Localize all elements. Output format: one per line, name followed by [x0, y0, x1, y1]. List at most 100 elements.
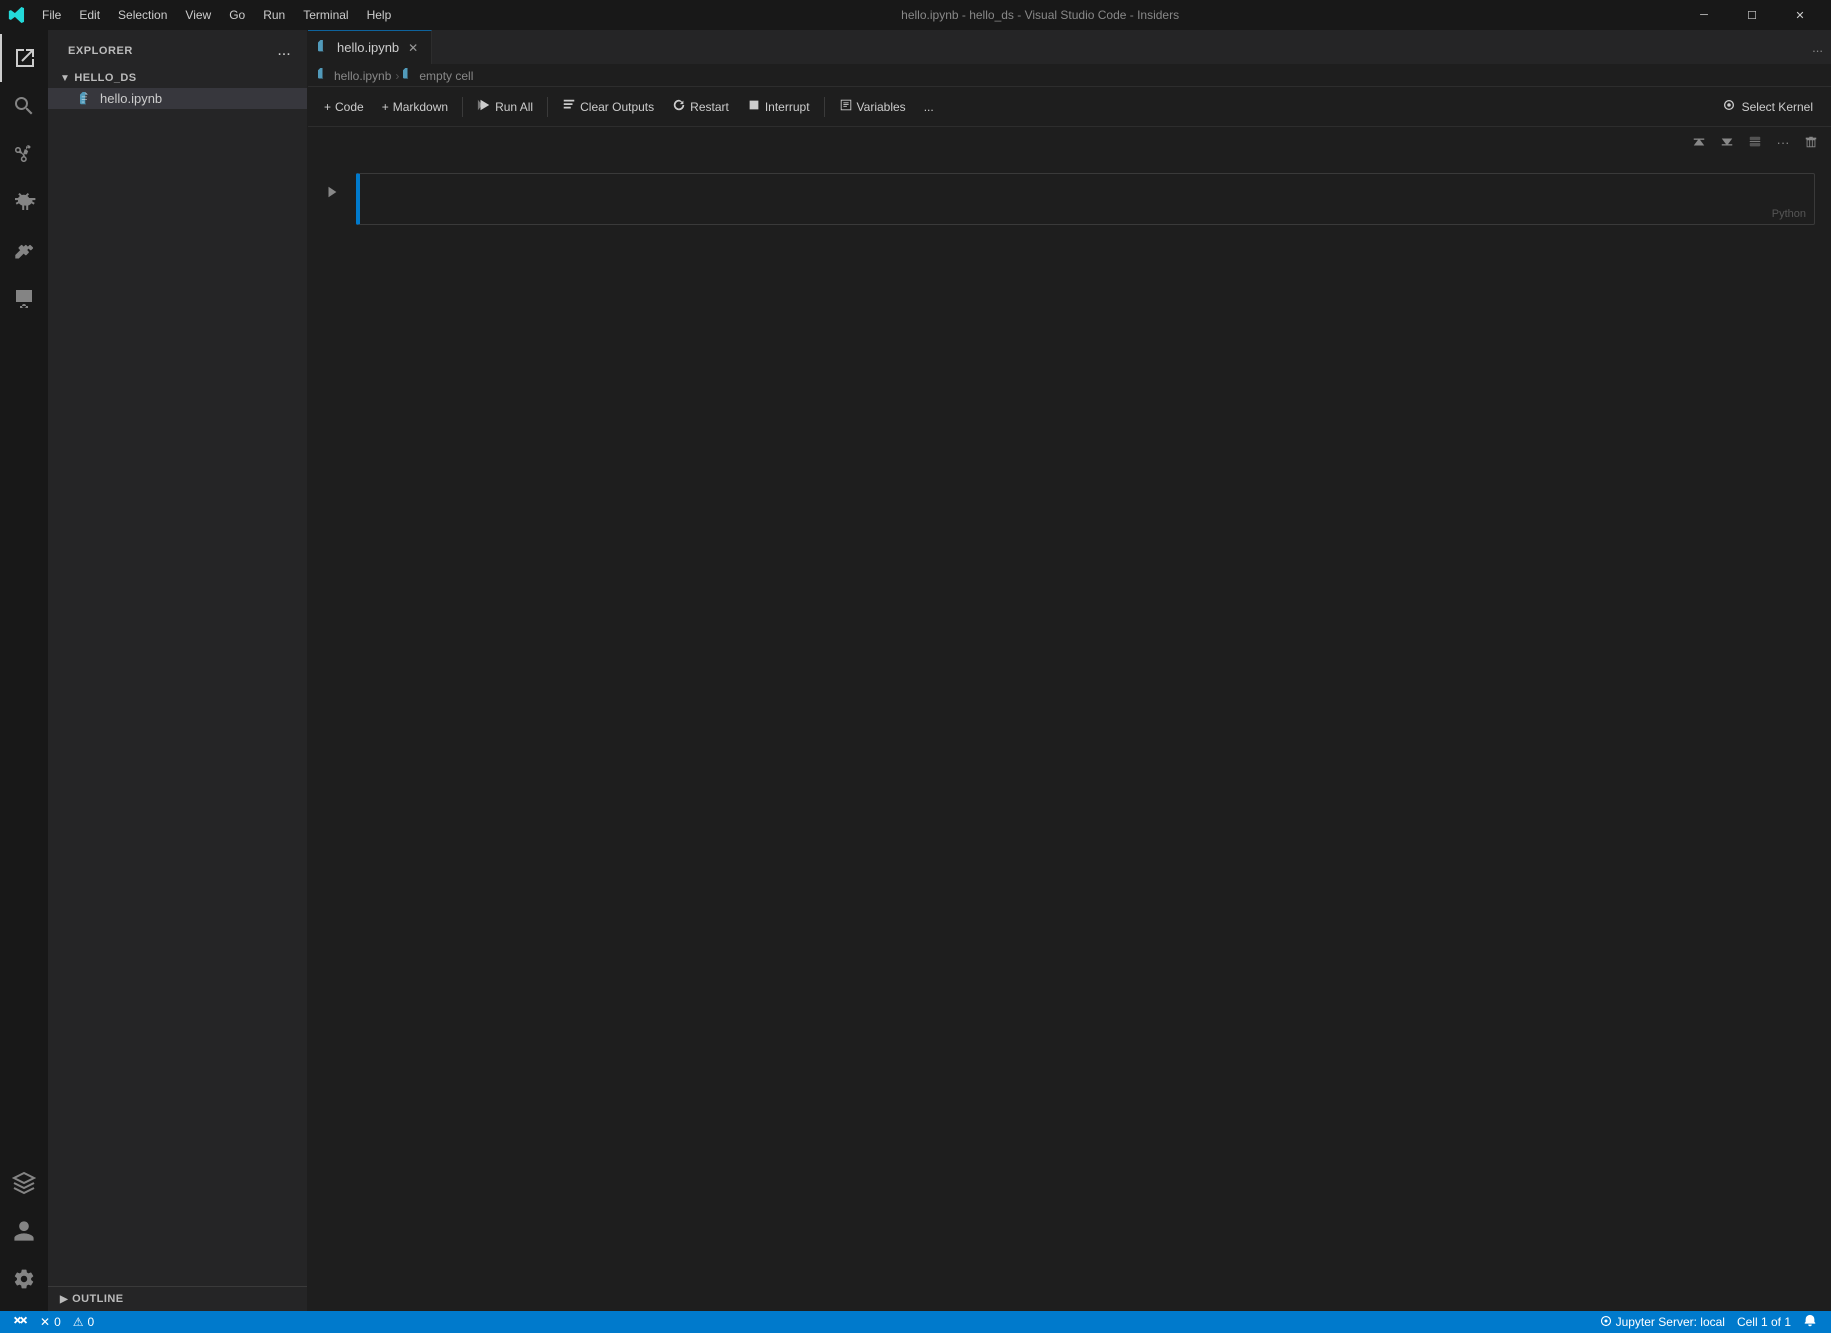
- plus-icon: +: [324, 100, 331, 114]
- sidebar-more-button[interactable]: ...: [273, 40, 295, 62]
- notebook-content: Python: [308, 157, 1831, 1311]
- outline-title: OUTLINE: [72, 1293, 123, 1305]
- select-kernel-label: Select Kernel: [1742, 100, 1813, 114]
- tab-bar: hello.ipynb ✕ ...: [308, 30, 1831, 65]
- minimize-button[interactable]: ─: [1681, 0, 1727, 30]
- cell-more-button[interactable]: ···: [1771, 130, 1795, 154]
- menu-help[interactable]: Help: [359, 6, 400, 24]
- title-bar-left: File Edit Selection View Go Run Terminal…: [8, 6, 399, 24]
- activity-item-accounts[interactable]: [0, 1207, 48, 1255]
- status-bar: ✕ 0 ⚠ 0 Jupyter Server: local Cell 1 of …: [0, 1311, 1831, 1333]
- cell-editor[interactable]: [360, 174, 1814, 214]
- add-code-label: Code: [335, 100, 364, 114]
- select-kernel-button[interactable]: Select Kernel: [1712, 95, 1823, 118]
- cell-language: Python: [1772, 208, 1806, 220]
- clear-outputs-icon: [562, 98, 576, 115]
- run-all-label: Run All: [495, 100, 533, 114]
- add-markdown-label: Markdown: [393, 100, 448, 114]
- jupyter-server-indicator[interactable]: Jupyter Server: local: [1594, 1311, 1731, 1333]
- breadcrumb-separator: ›: [395, 69, 399, 83]
- tab-label: hello.ipynb: [337, 40, 399, 55]
- menu-terminal[interactable]: Terminal: [295, 6, 356, 24]
- variables-button[interactable]: Variables: [831, 95, 914, 118]
- chevron-right-icon: ▶: [60, 1294, 68, 1305]
- toolbar-separator-1: [462, 97, 463, 117]
- error-count: 0: [54, 1315, 61, 1329]
- run-above-button[interactable]: [1687, 130, 1711, 154]
- variables-icon: [839, 98, 853, 115]
- outline-header[interactable]: ▶ OUTLINE: [48, 1287, 307, 1311]
- menu-run[interactable]: Run: [255, 6, 293, 24]
- title-bar: File Edit Selection View Go Run Terminal…: [0, 0, 1831, 30]
- cell-toolbar: ···: [308, 127, 1831, 157]
- activity-item-extensions[interactable]: [0, 226, 48, 274]
- add-code-button[interactable]: + Code: [316, 97, 372, 117]
- tab-more-button[interactable]: ...: [1804, 30, 1831, 64]
- activity-item-search[interactable]: [0, 82, 48, 130]
- ellipsis-icon: ···: [1777, 135, 1790, 150]
- file-icon: [80, 92, 94, 106]
- breadcrumb-file-icon: [318, 68, 330, 83]
- sidebar-header: Explorer ...: [48, 30, 307, 68]
- close-button[interactable]: ✕: [1777, 0, 1823, 30]
- remote-indicator[interactable]: [8, 1311, 34, 1333]
- toolbar-separator-3: [824, 97, 825, 117]
- variables-label: Variables: [857, 100, 906, 114]
- bell-icon: [1803, 1314, 1817, 1331]
- activity-item-settings[interactable]: [0, 1255, 48, 1303]
- window-title: hello.ipynb - hello_ds - Visual Studio C…: [901, 8, 1179, 22]
- cell-position-indicator[interactable]: Cell 1 of 1: [1731, 1311, 1797, 1333]
- sidebar-actions: ...: [273, 40, 295, 62]
- tab-hello-ipynb[interactable]: hello.ipynb ✕: [308, 30, 432, 64]
- menu-file[interactable]: File: [34, 6, 69, 24]
- activity-bar-bottom: [0, 1159, 48, 1311]
- folder-name: HELLO_DS: [74, 72, 136, 84]
- error-icon: ✕: [40, 1315, 50, 1329]
- interrupt-icon: [747, 98, 761, 115]
- more-icon: ...: [924, 100, 934, 114]
- chevron-down-icon: ▼: [60, 73, 70, 84]
- warnings-indicator[interactable]: ⚠ 0: [67, 1311, 100, 1333]
- activity-item-remote-explorer[interactable]: [0, 274, 48, 322]
- outline-section: ▶ OUTLINE: [48, 1286, 307, 1311]
- run-all-icon: [477, 98, 491, 115]
- activity-item-source-control[interactable]: [0, 130, 48, 178]
- restart-label: Restart: [690, 100, 729, 114]
- errors-indicator[interactable]: ✕ 0: [34, 1311, 67, 1333]
- code-cell-1: Python: [308, 173, 1831, 225]
- run-cell-button[interactable]: [321, 181, 343, 203]
- clear-outputs-button[interactable]: Clear Outputs: [554, 95, 662, 118]
- notebook-toolbar: + Code + Markdown Run All: [308, 87, 1831, 127]
- interrupt-button[interactable]: Interrupt: [739, 95, 818, 118]
- run-below-button[interactable]: [1715, 130, 1739, 154]
- breadcrumb: hello.ipynb › empty cell: [308, 65, 1831, 87]
- menu-selection[interactable]: Selection: [110, 6, 175, 24]
- sidebar: Explorer ... ▼ HELLO_DS hello.ipynb: [48, 30, 308, 1311]
- activity-item-run-debug[interactable]: [0, 178, 48, 226]
- main-container: Explorer ... ▼ HELLO_DS hello.ipynb: [0, 30, 1831, 1311]
- activity-item-explorer[interactable]: [0, 34, 48, 82]
- interrupt-label: Interrupt: [765, 100, 810, 114]
- breadcrumb-cell[interactable]: empty cell: [419, 69, 473, 83]
- add-markdown-button[interactable]: + Markdown: [374, 97, 456, 117]
- run-all-button[interactable]: Run All: [469, 95, 541, 118]
- jupyter-icon: [1600, 1315, 1612, 1330]
- file-name-hello-ipynb: hello.ipynb: [100, 91, 162, 106]
- menu-edit[interactable]: Edit: [71, 6, 108, 24]
- menu-go[interactable]: Go: [221, 6, 253, 24]
- file-item-hello-ipynb[interactable]: hello.ipynb: [48, 88, 307, 109]
- restart-button[interactable]: Restart: [664, 95, 737, 118]
- delete-cell-button[interactable]: [1799, 130, 1823, 154]
- notifications-button[interactable]: [1797, 1311, 1823, 1333]
- menu-view[interactable]: View: [177, 6, 219, 24]
- cell-body[interactable]: Python: [356, 173, 1815, 225]
- warning-count: 0: [88, 1315, 95, 1329]
- split-cell-button[interactable]: [1743, 130, 1767, 154]
- activity-item-no-extension[interactable]: [0, 1159, 48, 1207]
- folder-hello-ds[interactable]: ▼ HELLO_DS: [48, 68, 307, 88]
- tab-close-button[interactable]: ✕: [405, 40, 421, 56]
- plus-icon-md: +: [382, 100, 389, 114]
- breadcrumb-file[interactable]: hello.ipynb: [334, 69, 391, 83]
- toolbar-more-button[interactable]: ...: [916, 97, 942, 117]
- maximize-button[interactable]: ☐: [1729, 0, 1775, 30]
